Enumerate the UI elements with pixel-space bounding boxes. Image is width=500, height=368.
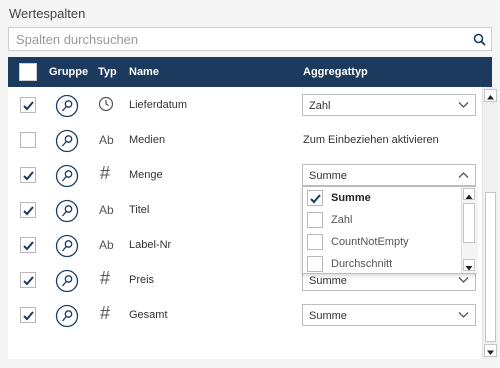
option-checkbox[interactable] bbox=[307, 234, 323, 250]
table-row: Ab Medien Zum Einbeziehen aktivieren bbox=[8, 123, 478, 158]
column-header-name[interactable]: Name bbox=[129, 66, 159, 78]
arrow-up-icon bbox=[487, 95, 494, 100]
group-icon[interactable] bbox=[55, 164, 79, 188]
search-icon[interactable] bbox=[473, 33, 486, 46]
row-checkbox[interactable] bbox=[20, 97, 36, 113]
row-checkbox[interactable] bbox=[20, 167, 36, 183]
scroll-up-button[interactable] bbox=[484, 89, 497, 102]
aggregate-select-value: Summe bbox=[309, 310, 347, 322]
aggregate-hint: Zum Einbeziehen aktivieren bbox=[303, 134, 439, 146]
clock-icon bbox=[98, 96, 114, 112]
dropdown-scroll-thumb[interactable] bbox=[463, 203, 475, 243]
column-header-typ[interactable]: Typ bbox=[98, 66, 117, 78]
row-checkbox[interactable] bbox=[20, 272, 36, 288]
arrow-up-icon bbox=[465, 194, 473, 199]
number-type-icon: # bbox=[100, 163, 111, 183]
number-type-icon: # bbox=[100, 268, 111, 288]
aggregate-select[interactable]: Summe bbox=[302, 164, 476, 186]
chevron-up-icon bbox=[458, 172, 469, 178]
search-input[interactable] bbox=[9, 28, 449, 50]
dropdown-option-zahl[interactable]: Zahl bbox=[303, 209, 461, 231]
text-type-icon: Ab bbox=[99, 238, 114, 252]
chevron-down-icon bbox=[458, 102, 469, 108]
dropdown-option-summe[interactable]: Summe bbox=[303, 187, 461, 209]
option-label: Zahl bbox=[331, 214, 353, 226]
select-all-checkbox[interactable] bbox=[19, 63, 37, 81]
dropdown-scroll-down-button[interactable] bbox=[463, 259, 475, 271]
row-checkbox[interactable] bbox=[20, 202, 36, 218]
table-scrollbar[interactable] bbox=[482, 87, 497, 359]
option-label: Summe bbox=[331, 192, 371, 204]
scroll-thumb[interactable] bbox=[485, 192, 496, 342]
row-checkbox[interactable] bbox=[20, 132, 36, 148]
option-checkbox[interactable] bbox=[307, 256, 323, 272]
option-checkbox[interactable] bbox=[307, 190, 323, 206]
search-box bbox=[8, 27, 492, 51]
arrow-down-icon bbox=[487, 350, 494, 355]
chevron-down-icon bbox=[458, 312, 469, 318]
option-label: Durchschnitt bbox=[331, 258, 393, 270]
table-row: Lieferdatum Zahl bbox=[8, 88, 478, 123]
checkmark-icon bbox=[23, 101, 34, 111]
group-icon[interactable] bbox=[55, 94, 79, 118]
row-name: Lieferdatum bbox=[129, 99, 188, 111]
row-name: Menge bbox=[129, 169, 163, 181]
column-header-gruppe[interactable]: Gruppe bbox=[49, 66, 88, 78]
aggregate-select-value: Summe bbox=[309, 275, 347, 287]
table-header: Gruppe Typ Name Aggregattyp bbox=[8, 57, 492, 87]
option-checkbox[interactable] bbox=[307, 212, 323, 228]
row-checkbox[interactable] bbox=[20, 237, 36, 253]
group-icon[interactable] bbox=[55, 269, 79, 293]
dropdown-scroll-up-button[interactable] bbox=[463, 188, 475, 200]
text-type-icon: Ab bbox=[99, 133, 114, 147]
row-name: Label-Nr bbox=[129, 239, 172, 251]
dropdown-scrollbar[interactable] bbox=[461, 187, 476, 273]
aggregate-select-value: Summe bbox=[309, 170, 347, 182]
checkmark-icon bbox=[23, 171, 34, 181]
group-icon[interactable] bbox=[55, 199, 79, 223]
text-type-icon: Ab bbox=[99, 203, 114, 217]
checkmark-icon bbox=[23, 206, 34, 216]
dropdown-option-countnotempty[interactable]: CountNotEmpty bbox=[303, 231, 461, 253]
aggregate-select-value: Zahl bbox=[309, 100, 331, 112]
aggregate-dropdown-list: Summe Zahl CountNotEmpty Durchschnitt bbox=[302, 186, 476, 274]
group-icon[interactable] bbox=[55, 234, 79, 258]
row-name: Preis bbox=[129, 274, 155, 286]
chevron-down-icon bbox=[458, 277, 469, 283]
checkmark-icon bbox=[23, 311, 34, 321]
scroll-down-button[interactable] bbox=[484, 344, 497, 357]
checkmark-icon bbox=[23, 276, 34, 286]
number-type-icon: # bbox=[100, 303, 111, 323]
option-label: CountNotEmpty bbox=[331, 236, 409, 248]
row-name: Gesamt bbox=[129, 309, 168, 321]
row-checkbox[interactable] bbox=[20, 307, 36, 323]
aggregate-select[interactable]: Zahl bbox=[302, 94, 476, 116]
table-row: # Gesamt Summe bbox=[8, 298, 478, 333]
section-title: Wertespalten bbox=[9, 6, 86, 21]
arrow-down-icon bbox=[465, 266, 473, 271]
checkmark-icon bbox=[23, 241, 34, 251]
group-icon[interactable] bbox=[55, 129, 79, 153]
column-header-aggregattyp[interactable]: Aggregattyp bbox=[303, 66, 368, 78]
dropdown-option-durchschnitt[interactable]: Durchschnitt bbox=[303, 253, 461, 275]
group-icon[interactable] bbox=[55, 304, 79, 328]
checkmark-icon bbox=[310, 194, 321, 204]
aggregate-select[interactable]: Summe bbox=[302, 304, 476, 326]
row-name: Medien bbox=[129, 134, 166, 146]
row-name: Titel bbox=[129, 204, 150, 216]
